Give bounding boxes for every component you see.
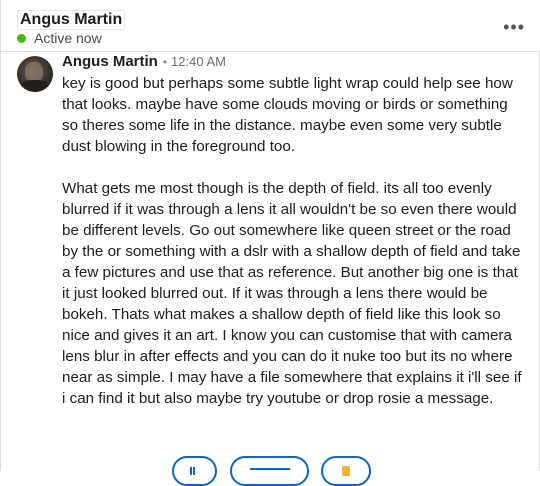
reaction-label-icon — [249, 464, 290, 480]
contact-name[interactable]: Angus Martin — [17, 10, 126, 30]
message-timestamp: 12:40 AM — [171, 54, 226, 69]
clap-icon — [189, 464, 201, 480]
message-author[interactable]: Angus Martin — [62, 53, 158, 70]
thumbs-up-icon — [342, 466, 350, 476]
status-text: Active now — [34, 30, 102, 46]
message-paragraph: key is good but perhaps some subtle ligh… — [62, 75, 513, 155]
reaction-bar — [1, 456, 540, 486]
conversation-window: Angus Martin Active now ••• Angus Martin… — [0, 0, 540, 486]
conversation-header: Angus Martin Active now ••• — [1, 0, 540, 52]
presence-status: Active now — [17, 30, 102, 46]
online-status-icon — [17, 33, 26, 43]
reaction-button-thumbs-up[interactable] — [321, 456, 371, 486]
message-body: key is good but perhaps some subtle ligh… — [62, 73, 527, 409]
more-horizontal-icon: ••• — [503, 17, 525, 37]
separator-dot: • — [162, 55, 168, 69]
more-options-button[interactable]: ••• — [503, 18, 525, 36]
avatar[interactable] — [17, 56, 53, 92]
message-paragraph: What gets me most though is the depth of… — [62, 180, 522, 407]
reaction-button-clap[interactable] — [172, 456, 217, 486]
message-header: Angus Martin • 12:40 AM — [62, 53, 226, 71]
reaction-button-label[interactable] — [230, 456, 309, 486]
